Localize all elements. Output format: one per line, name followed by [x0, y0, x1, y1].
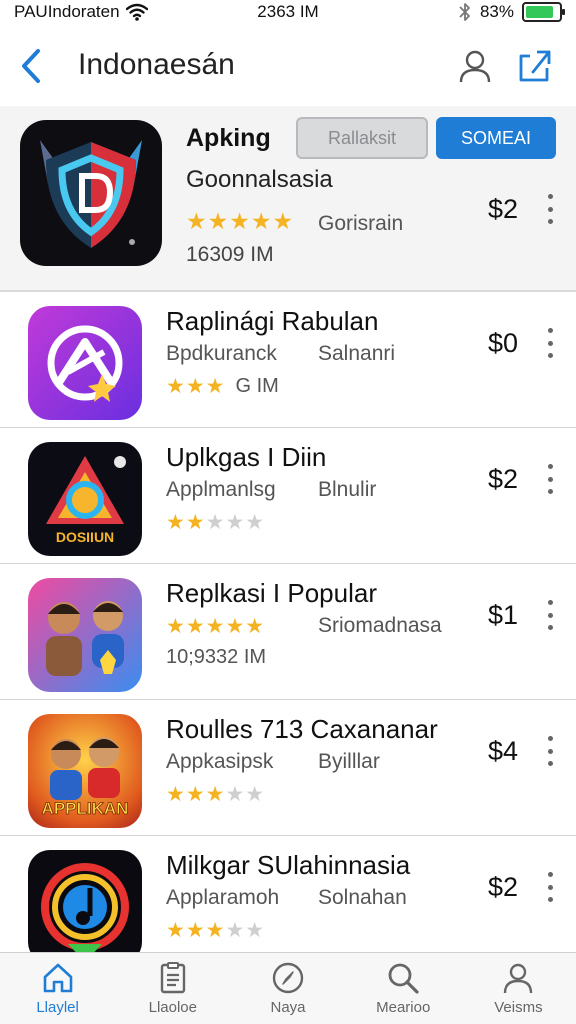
bluetooth-icon [459, 3, 470, 21]
rating-stars: ★★★★★ [166, 919, 266, 942]
app-price: $1 [488, 600, 519, 630]
app-developer: Byilllar [318, 750, 380, 773]
app-name: Uplkgas I Diin [166, 442, 327, 472]
tab-explore[interactable]: Naya [230, 953, 345, 1024]
more-button[interactable] [540, 464, 560, 494]
featured-rating-stars: ★★★★★ [186, 208, 295, 234]
app-category: ★★★★★ [166, 614, 265, 639]
back-button[interactable] [14, 46, 48, 86]
wifi-icon [125, 3, 148, 21]
featured-more-button[interactable] [540, 194, 560, 224]
rating-stars: ★★★★★ [166, 511, 266, 534]
rating-stars: ★★★★★ [166, 615, 266, 638]
app-developer: Blnulir [318, 478, 377, 501]
featured-app-subtitle: Goonnalsasia [186, 166, 333, 193]
tab-bar: Llaylel Llaoloe Naya Mearioo Veisms [0, 952, 576, 1024]
app-category: Applaramoh [166, 886, 280, 909]
app-developer: Solnahan [318, 886, 407, 909]
app-price: $4 [488, 736, 519, 766]
featured-app-price: $2 [488, 194, 519, 224]
tab-label: Mearioo [376, 999, 431, 1016]
featured-app-developer: Gorisrain [318, 212, 404, 235]
app-icon-applikan: APPLIKAN [28, 714, 142, 828]
home-icon [43, 963, 72, 993]
person-icon [504, 963, 533, 994]
share-icon [519, 50, 551, 82]
app-icon-dark: DOSIIUN [28, 442, 142, 556]
battery-level-fill [526, 6, 553, 18]
svg-text:APPLIKAN: APPLIKAN [42, 799, 129, 818]
profile-button[interactable] [455, 46, 495, 86]
app-size: 10;9332 IM [166, 646, 267, 668]
rating-stars: ★★★★★ [166, 783, 266, 806]
featured-app-icon [20, 120, 162, 266]
tab-label: Llaoloe [148, 999, 197, 1016]
app-category: Bpdkuranck [166, 342, 277, 365]
app-category: Appkasipsk [166, 750, 274, 773]
featured-primary-button[interactable]: SOMEAI [436, 117, 556, 159]
more-dots-icon [540, 194, 560, 224]
app-name: Roulles 713 Caxananar [166, 714, 438, 744]
featured-secondary-button[interactable]: Rallaksit [296, 117, 428, 159]
app-row[interactable]: APPLIKAN Roulles 713 Caxananar Appkasips… [0, 700, 576, 836]
svg-text:DOSIIUN: DOSIIUN [56, 529, 114, 545]
status-bar: PAUIndoraten 2363 IM 83% [0, 0, 576, 24]
compass-icon [272, 962, 304, 994]
search-icon [388, 963, 419, 994]
app-row[interactable]: DOSIIUN Uplkgas I Diin Applmanlsg Blnuli… [0, 428, 576, 564]
battery-percent: 83% [479, 2, 514, 21]
tab-home[interactable]: Llaylel [0, 953, 115, 1024]
app-size: G IM [235, 375, 279, 397]
tab-label: Naya [270, 999, 306, 1016]
more-button[interactable] [540, 328, 560, 358]
app-meta: ★★★★★ [166, 782, 275, 807]
app-name: Replkasi I Popular [166, 578, 377, 608]
battery-icon [522, 2, 565, 22]
navigation-bar: Indonaesán [0, 36, 576, 96]
page-title: Indonaesán [78, 48, 235, 81]
more-button[interactable] [540, 600, 560, 630]
tab-label: Llaylel [36, 999, 79, 1016]
profile-icon [459, 50, 491, 83]
app-category: Applmanlsg [166, 478, 276, 501]
app-price: $2 [488, 872, 519, 902]
app-row[interactable]: Raplinági Rabulan Bpdkuranck Salnanri ★★… [0, 292, 576, 428]
app-name: Raplinági Rabulan [166, 306, 379, 336]
app-icon-music [28, 850, 142, 964]
app-icon-characters [28, 578, 142, 692]
more-dots-icon [540, 736, 560, 766]
app-developer: Salnanri [318, 342, 396, 365]
more-dots-icon [540, 328, 560, 358]
app-meta: ★★★★★ [166, 510, 275, 535]
app-name: Milkgar SUlahinnasia [166, 850, 411, 880]
tab-label: Veisms [494, 999, 543, 1016]
carrier-label: PAUIndoraten [14, 2, 120, 21]
carrier-group: PAUIndoraten [14, 2, 148, 22]
more-dots-icon [540, 600, 560, 630]
more-dots-icon [540, 464, 560, 494]
list-icon [160, 962, 185, 994]
app-meta: 10;9332 IM [166, 646, 266, 669]
more-button[interactable] [540, 736, 560, 766]
app-price: $2 [488, 464, 519, 494]
app-price: $0 [488, 328, 519, 358]
app-meta: ★★★★★ [166, 918, 275, 943]
share-button[interactable] [515, 46, 555, 86]
status-right: 83% [458, 2, 565, 22]
back-chevron-icon [22, 49, 40, 83]
rating-stars: ★★★ [166, 375, 226, 398]
more-dots-icon [540, 872, 560, 902]
featured-app-card[interactable]: Apking Rallaksit SOMEAI Goonnalsasia ★★★… [0, 106, 576, 292]
app-meta: ★★★ G IM [166, 374, 279, 399]
app-developer: Sriomadnasa [318, 614, 442, 637]
app-icon-purple [28, 306, 142, 420]
featured-app-size: 16309 IM [186, 243, 274, 266]
tab-list[interactable]: Llaoloe [115, 953, 230, 1024]
featured-app-name: Apking [186, 124, 271, 152]
tab-profile[interactable]: Veisms [461, 953, 576, 1024]
app-row[interactable]: Replkasi I Popular ★★★★★ Sriomadnasa 10;… [0, 564, 576, 700]
tab-search[interactable]: Mearioo [346, 953, 461, 1024]
more-button[interactable] [540, 872, 560, 902]
